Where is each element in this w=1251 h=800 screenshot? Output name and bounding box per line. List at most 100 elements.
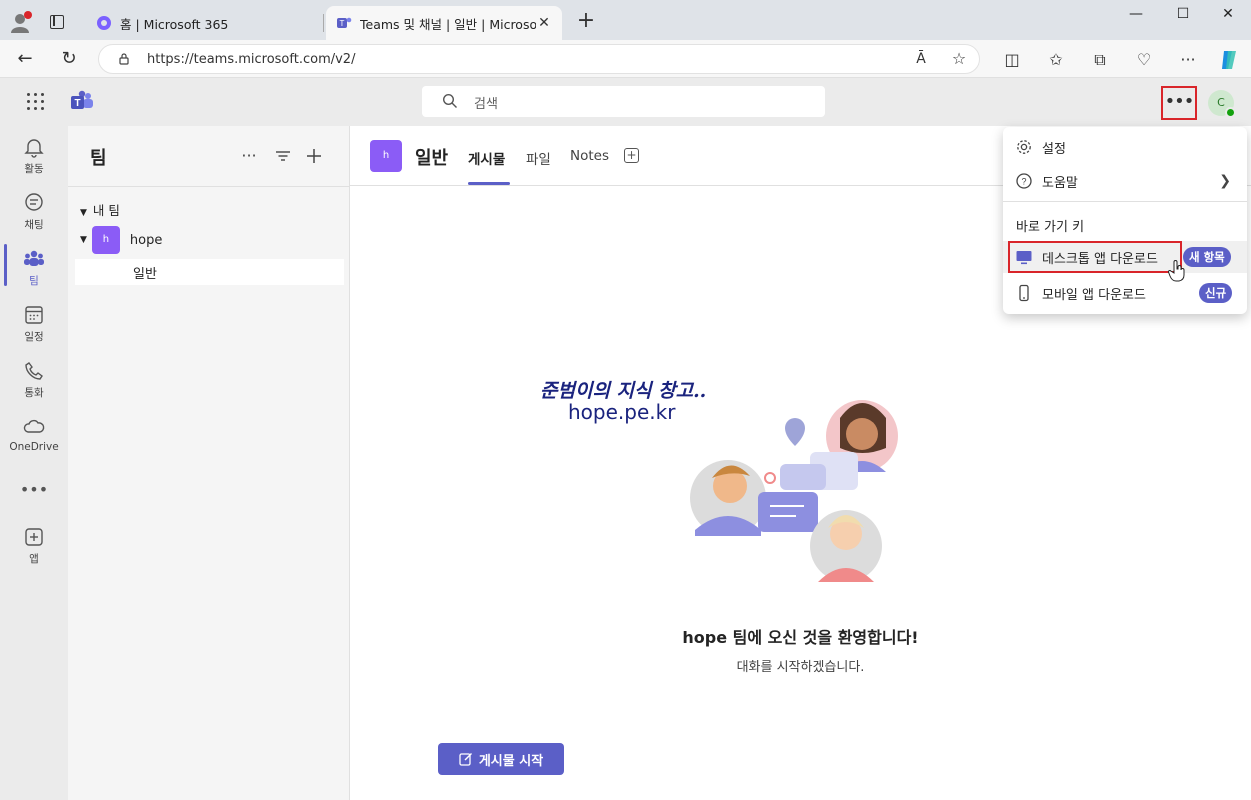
section-label: 내 팀 xyxy=(92,203,120,218)
new-tab-button[interactable]: + xyxy=(574,10,598,34)
favorite-star-icon[interactable]: ☆ xyxy=(949,49,969,69)
new-badge: 새 항목 xyxy=(1183,247,1231,267)
teams-people-icon xyxy=(24,250,44,266)
menu-label: 설정 xyxy=(1042,141,1066,157)
rail-item-onedrive[interactable]: OneDrive xyxy=(0,416,68,453)
menu-item-keyboard-shortcuts[interactable]: 바로 가기 키 xyxy=(1003,209,1247,241)
compose-icon xyxy=(459,753,472,766)
rail-item-calendar[interactable]: 일정 xyxy=(0,304,68,344)
status-available-icon xyxy=(1225,107,1236,118)
url-text: https://teams.microsoft.com/v2/ xyxy=(147,52,356,67)
welcome-subtitle: 대화를 시작하겠습니다. xyxy=(736,660,865,675)
back-arrow-icon[interactable]: ← xyxy=(14,48,36,70)
channel-name: 일반 xyxy=(133,267,157,282)
help-icon: ? xyxy=(1016,173,1032,189)
more-options-icon[interactable]: ··· xyxy=(239,146,259,166)
rail-more-apps-button[interactable]: ••• xyxy=(0,480,68,499)
tab-posts[interactable]: 게시물 xyxy=(468,148,505,168)
rail-label: 앱 xyxy=(29,553,39,565)
rail-item-calls[interactable]: 통화 xyxy=(0,360,68,400)
close-window-icon[interactable]: ✕ xyxy=(1216,6,1240,26)
add-tab-icon[interactable]: + xyxy=(624,148,639,163)
phone-icon xyxy=(25,362,43,380)
rail-item-apps[interactable]: 앱 xyxy=(0,526,68,566)
svg-text:?: ? xyxy=(1021,177,1026,187)
browser-tabstrip: 홈 | Microsoft 365 T Teams 및 채널 | 일반 | Mi… xyxy=(0,0,1251,40)
address-toolbar: ← ↻ https://teams.microsoft.com/v2/ Ā ☆… xyxy=(0,40,1251,78)
new-badge: 신규 xyxy=(1199,283,1233,303)
calendar-icon xyxy=(25,306,43,324)
browser-menu-icon[interactable]: ··· xyxy=(1178,50,1198,70)
menu-divider xyxy=(1003,201,1247,202)
search-icon xyxy=(442,93,457,108)
rail-label: 채팅 xyxy=(24,219,44,231)
menu-item-settings[interactable]: 설정 xyxy=(1003,131,1247,163)
settings-and-more-button[interactable]: ••• xyxy=(1161,86,1197,120)
channel-item-general[interactable]: 일반 xyxy=(75,259,344,285)
bell-icon xyxy=(24,139,44,158)
copilot-icon[interactable] xyxy=(1218,48,1242,72)
browser-essentials-icon[interactable]: ♡ xyxy=(1134,50,1154,70)
profile-icon[interactable] xyxy=(8,9,34,35)
avatar-initial: C xyxy=(1217,96,1225,109)
minimize-icon[interactable]: — xyxy=(1124,6,1148,26)
menu-label: 바로 가기 키 xyxy=(1016,219,1085,235)
tab-files[interactable]: 파일 xyxy=(526,148,551,168)
refresh-icon[interactable]: ↻ xyxy=(58,48,80,70)
m365-favicon-icon xyxy=(97,16,111,30)
search-input[interactable]: 검색 xyxy=(422,86,825,117)
address-bar[interactable]: https://teams.microsoft.com/v2/ Ā ☆ xyxy=(98,44,980,74)
browser-tab-m365[interactable]: 홈 | Microsoft 365 xyxy=(86,6,322,40)
tab-notes[interactable]: Notes xyxy=(570,148,609,164)
svg-text:T: T xyxy=(340,19,345,28)
maximize-icon[interactable]: ☐ xyxy=(1171,6,1195,26)
rail-label: 통화 xyxy=(24,387,44,399)
split-screen-icon[interactable]: ◫ xyxy=(1002,50,1022,70)
pane-title: 팀 xyxy=(90,148,107,169)
collections-icon[interactable]: ⧉ xyxy=(1090,50,1110,70)
welcome-illustration xyxy=(690,400,898,582)
browser-tab-teams[interactable]: T Teams 및 채널 | 일반 | Microsoft ✕ xyxy=(326,6,562,40)
filter-icon[interactable] xyxy=(273,146,293,166)
tab-title: Teams 및 채널 | 일반 | Microsoft xyxy=(360,16,536,32)
teams-logo-icon: T xyxy=(71,90,93,109)
chat-icon xyxy=(25,193,43,211)
caret-down-icon: ▼ xyxy=(80,235,87,245)
read-aloud-icon[interactable]: Ā xyxy=(911,49,931,69)
rail-label: 활동 xyxy=(24,163,44,175)
rail-item-activity[interactable]: 활동 xyxy=(0,136,68,176)
divider xyxy=(68,186,350,187)
add-apps-icon xyxy=(25,528,43,546)
app-rail: 활동 채팅 팀 일정 통화 OneDrive ••• 앱 xyxy=(0,126,68,800)
menu-item-help[interactable]: ? 도움말 ❯ xyxy=(1003,165,1247,197)
start-post-button[interactable]: 게시물 시작 xyxy=(438,743,564,775)
avatar[interactable]: C xyxy=(1208,90,1236,118)
svg-text:T: T xyxy=(74,98,80,109)
team-item-hope[interactable]: ▼ h hope xyxy=(80,226,162,254)
tab-actions-icon[interactable] xyxy=(50,15,64,29)
rail-item-teams[interactable]: 팀 xyxy=(0,248,68,288)
search-placeholder: 검색 xyxy=(474,97,498,112)
lock-icon xyxy=(119,53,129,65)
gear-icon xyxy=(1017,140,1031,154)
hand-cursor-icon xyxy=(1168,260,1185,282)
team-avatar: h xyxy=(91,226,120,254)
add-icon[interactable] xyxy=(304,146,324,166)
chevron-right-icon: ❯ xyxy=(1219,173,1231,189)
close-tab-icon[interactable]: ✕ xyxy=(536,15,552,31)
favorites-icon[interactable]: ✩ xyxy=(1046,50,1066,70)
rail-more-label: ••• xyxy=(19,480,49,499)
menu-item-download-mobile[interactable]: 모바일 앱 다운로드 신규 xyxy=(1003,277,1247,309)
team-avatar: h xyxy=(370,140,402,172)
start-post-label: 게시물 시작 xyxy=(478,753,544,769)
menu-label: 도움말 xyxy=(1042,175,1078,191)
channel-title: 일반 xyxy=(415,148,449,169)
rail-label: 일정 xyxy=(24,331,44,343)
rail-label: OneDrive xyxy=(9,441,59,453)
rail-label: 팀 xyxy=(29,275,39,287)
watermark-text: 준범이의 지식 창고.. xyxy=(540,380,707,402)
teams-header: T 검색 ••• C xyxy=(0,78,1251,126)
app-launcher-icon[interactable] xyxy=(26,92,44,110)
rail-item-chat[interactable]: 채팅 xyxy=(0,192,68,232)
section-my-teams[interactable]: ▼ 내 팀 xyxy=(80,200,120,219)
